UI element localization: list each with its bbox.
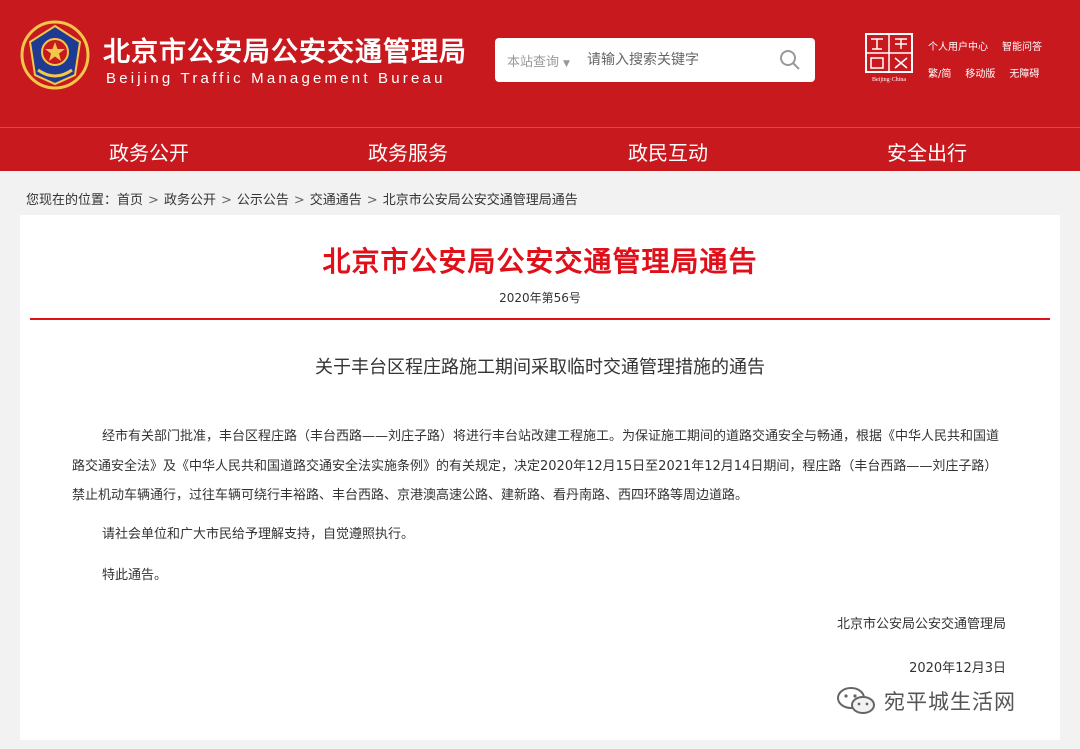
site-header: 北京市公安局公安交通管理局 Beijing Traffic Management… [0,0,1080,127]
notice-paragraph: 请社会单位和广大市民给予理解支持，自觉遵照执行。 [102,526,415,542]
breadcrumb-item-announcements[interactable]: 公示公告 [237,193,289,208]
notice-paragraph: 经市有关部门批准，丰台区程庄路（丰台西路——刘庄子路）将进行丰台站改建工程施工。… [72,429,1000,503]
capital-logo-caption: Beijing·China [872,77,906,83]
link-smart-qa[interactable]: 智能问答 [1002,38,1042,53]
search-box: 本站查询 ▼ [495,38,815,82]
breadcrumb-item-gov-affairs[interactable]: 政务公开 [164,193,216,208]
search-input[interactable] [587,49,767,71]
watermark-text: 宛平城生活网 [884,690,1016,714]
link-user-center[interactable]: 个人用户中心 [928,38,988,53]
link-mobile[interactable]: 移动版 [965,65,995,80]
notice-body: 经市有关部门批准，丰台区程庄路（丰台西路——刘庄子路）将进行丰台站改建工程施工。… [72,422,1010,591]
nav-item-government-services[interactable]: 政务服务 [368,137,448,166]
breadcrumb-separator: > [366,193,378,208]
notice-paragraph: 特此通告。 [102,568,168,583]
notice-heading: 关于丰台区程庄路施工期间采取临时交通管理措施的通告 [315,357,765,378]
notice-date: 2020年12月3日 [909,661,1006,676]
wechat-watermark: 宛平城生活网 [836,686,1016,716]
breadcrumb-item-current[interactable]: 北京市公安局公安交通管理局通告 [383,193,578,208]
site-title: 北京市公安局公安交通管理局 [103,37,467,68]
nav-item-public-interaction[interactable]: 政民互动 [628,137,708,166]
police-emblem-icon[interactable] [20,20,90,90]
notice-number: 2020年第56号 [499,291,581,305]
caret-down-icon: ▼ [563,59,570,69]
breadcrumb-separator: > [220,193,232,208]
notice-card: 北京市公安局公安交通管理局通告 2020年第56号 关于丰台区程庄路施工期间采取… [20,215,1060,740]
site-subtitle: Beijing Traffic Management Bureau [106,70,446,87]
search-scope-select[interactable]: 本站查询 ▼ [507,51,570,70]
link-accessibility[interactable]: 无障碍 [1009,65,1039,80]
search-icon[interactable] [779,49,801,71]
notice-title: 北京市公安局公安交通管理局通告 [322,245,758,278]
wechat-icon [837,687,875,714]
nav-item-government-affairs[interactable]: 政务公开 [109,137,189,166]
search-scope-label: 本站查询 [507,55,560,70]
link-traditional-simplified[interactable]: 繁/简 [928,65,951,80]
breadcrumb-prefix: 您现在的位置： [26,193,118,208]
nav-item-safe-travel[interactable]: 安全出行 [887,137,967,166]
breadcrumb-item-home[interactable]: 首页 [117,193,143,208]
top-links: 个人用户中心 智能问答 繁/简 移动版 无障碍 [928,38,1056,92]
capital-window-logo-icon[interactable]: Beijing·China [865,33,913,83]
notice-signature: 北京市公安局公安交通管理局 [836,617,1006,632]
breadcrumb-separator: > [148,193,159,208]
breadcrumb-item-traffic-notices[interactable]: 交通通告 [310,193,362,208]
breadcrumb: 您现在的位置：首页 > 政务公开 > 公示公告 > 交通通告 > 北京市公安局公安交通管理局通告 [26,189,578,208]
breadcrumb-separator: > [293,193,305,208]
main-nav: 政务公开 政务服务 政民互动 安全出行 [0,127,1080,171]
title-divider [30,318,1050,320]
